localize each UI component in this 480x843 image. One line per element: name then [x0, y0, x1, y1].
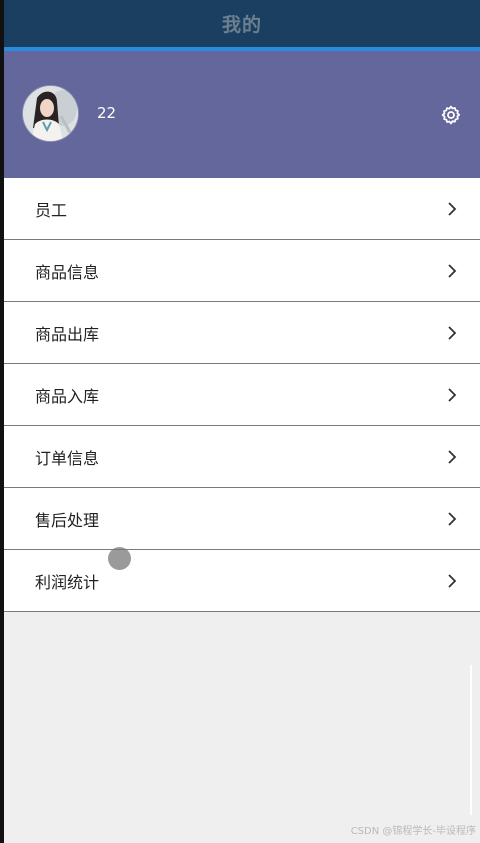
page-title: 我的	[221, 14, 262, 36]
menu-item-product-info[interactable]: 商品信息	[4, 240, 480, 302]
menu-item-label: 商品出库	[35, 324, 100, 344]
chevron-right-icon	[448, 325, 457, 340]
menu-item-stock-out[interactable]: 商品出库	[4, 302, 480, 364]
menu-item-profit-stats[interactable]: 利润统计	[4, 550, 480, 612]
chevron-right-icon	[448, 573, 457, 588]
menu-item-label: 售后处理	[35, 510, 100, 530]
touch-indicator	[108, 547, 131, 570]
profile-header: 22	[4, 51, 480, 178]
gear-icon[interactable]	[440, 104, 462, 126]
menu-list: 员工 商品信息 商品出库 商品入库 订单信息 售后处理 利润统计	[4, 178, 480, 612]
menu-item-order-info[interactable]: 订单信息	[4, 426, 480, 488]
menu-item-label: 商品信息	[35, 262, 100, 282]
menu-item-label: 订单信息	[35, 448, 100, 468]
menu-item-label: 利润统计	[35, 572, 100, 592]
avatar-image	[23, 86, 78, 141]
username: 22	[97, 104, 117, 122]
chevron-right-icon	[448, 263, 457, 278]
chevron-right-icon	[448, 511, 457, 526]
avatar[interactable]	[23, 86, 78, 141]
chevron-right-icon	[448, 201, 457, 216]
menu-item-employees[interactable]: 员工	[4, 178, 480, 240]
watermark: CSDN @锦程学长-毕设程序	[350, 826, 476, 837]
menu-item-stock-in[interactable]: 商品入库	[4, 364, 480, 426]
menu-item-after-sales[interactable]: 售后处理	[4, 488, 480, 550]
menu-item-label: 商品入库	[35, 386, 100, 406]
menu-item-label: 员工	[35, 200, 68, 220]
title-bar: 我的	[4, 0, 480, 47]
scrollbar-thumb[interactable]	[470, 665, 472, 815]
chevron-right-icon	[448, 449, 457, 464]
chevron-right-icon	[448, 387, 457, 402]
